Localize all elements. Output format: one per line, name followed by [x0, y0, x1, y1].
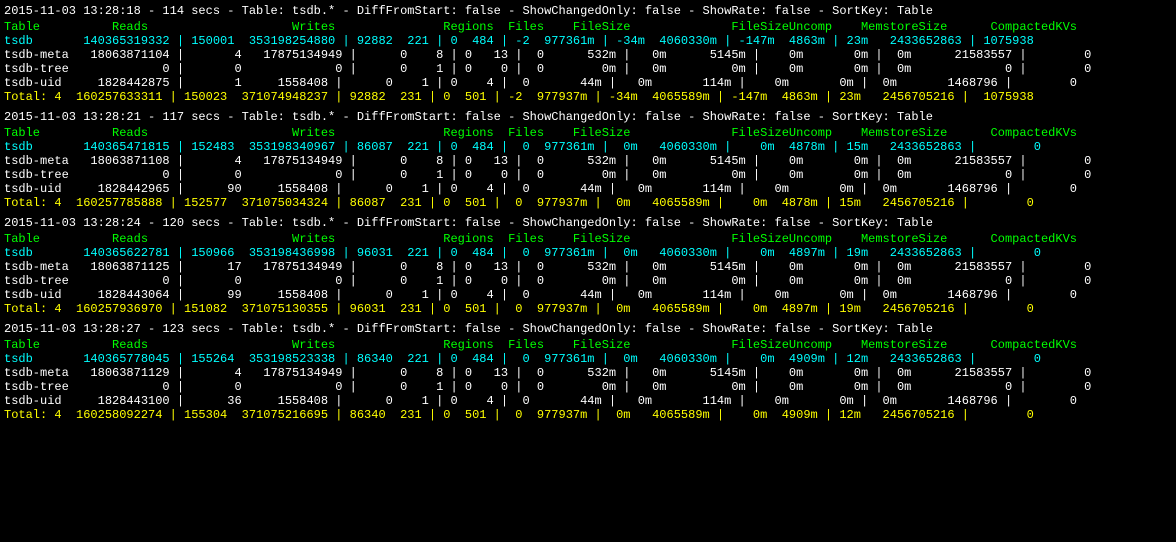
- section-1: 2015-11-03 13:28:18 - 114 secs - Table: …: [4, 4, 1172, 104]
- data-row: tsdb-tree 0 | 0 0 | 0 1 | 0 0 | 0 0m | 0…: [4, 274, 1172, 288]
- data-row: Total: 4 160257633311 | 150023 371074948…: [4, 90, 1172, 104]
- column-headers: Table Reads Writes Regions Files FileSiz…: [4, 126, 1172, 140]
- data-row: tsdb-meta 18063871108 | 4 17875134949 | …: [4, 154, 1172, 168]
- section-header: 2015-11-03 13:28:27 - 123 secs - Table: …: [4, 322, 1172, 336]
- data-row: tsdb-meta 18063871125 | 17 17875134949 |…: [4, 260, 1172, 274]
- section-4: 2015-11-03 13:28:27 - 123 secs - Table: …: [4, 322, 1172, 422]
- section-header: 2015-11-03 13:28:18 - 114 secs - Table: …: [4, 4, 1172, 18]
- data-row: tsdb-uid 1828443100 | 36 1558408 | 0 1 |…: [4, 394, 1172, 408]
- section-2: 2015-11-03 13:28:21 - 117 secs - Table: …: [4, 110, 1172, 210]
- data-row: tsdb-uid 1828443064 | 99 1558408 | 0 1 |…: [4, 288, 1172, 302]
- terminal-output: 2015-11-03 13:28:18 - 114 secs - Table: …: [4, 4, 1172, 422]
- data-row: tsdb 140365622781 | 150966 353198436998 …: [4, 246, 1172, 260]
- column-headers: Table Reads Writes Regions Files FileSiz…: [4, 20, 1172, 34]
- data-row: tsdb-meta 18063871129 | 4 17875134949 | …: [4, 366, 1172, 380]
- column-headers: Table Reads Writes Regions Files FileSiz…: [4, 338, 1172, 352]
- data-row: tsdb-meta 18063871104 | 4 17875134949 | …: [4, 48, 1172, 62]
- data-row: tsdb-uid 1828442875 | 1 1558408 | 0 1 | …: [4, 76, 1172, 90]
- data-row: Total: 4 160257936970 | 151082 371075130…: [4, 302, 1172, 316]
- data-row: Total: 4 160258092274 | 155304 371075216…: [4, 408, 1172, 422]
- data-row: tsdb-tree 0 | 0 0 | 0 1 | 0 0 | 0 0m | 0…: [4, 380, 1172, 394]
- data-row: tsdb-tree 0 | 0 0 | 0 1 | 0 0 | 0 0m | 0…: [4, 62, 1172, 76]
- data-row: tsdb 140365319332 | 150001 353198254880 …: [4, 34, 1172, 48]
- column-headers: Table Reads Writes Regions Files FileSiz…: [4, 232, 1172, 246]
- data-row: tsdb-uid 1828442965 | 90 1558408 | 0 1 |…: [4, 182, 1172, 196]
- data-row: tsdb 140365778045 | 155264 353198523338 …: [4, 352, 1172, 366]
- section-header: 2015-11-03 13:28:21 - 117 secs - Table: …: [4, 110, 1172, 124]
- data-row: tsdb-tree 0 | 0 0 | 0 1 | 0 0 | 0 0m | 0…: [4, 168, 1172, 182]
- data-row: tsdb 140365471815 | 152483 353198340967 …: [4, 140, 1172, 154]
- section-3: 2015-11-03 13:28:24 - 120 secs - Table: …: [4, 216, 1172, 316]
- section-header: 2015-11-03 13:28:24 - 120 secs - Table: …: [4, 216, 1172, 230]
- data-row: Total: 4 160257785888 | 152577 371075034…: [4, 196, 1172, 210]
